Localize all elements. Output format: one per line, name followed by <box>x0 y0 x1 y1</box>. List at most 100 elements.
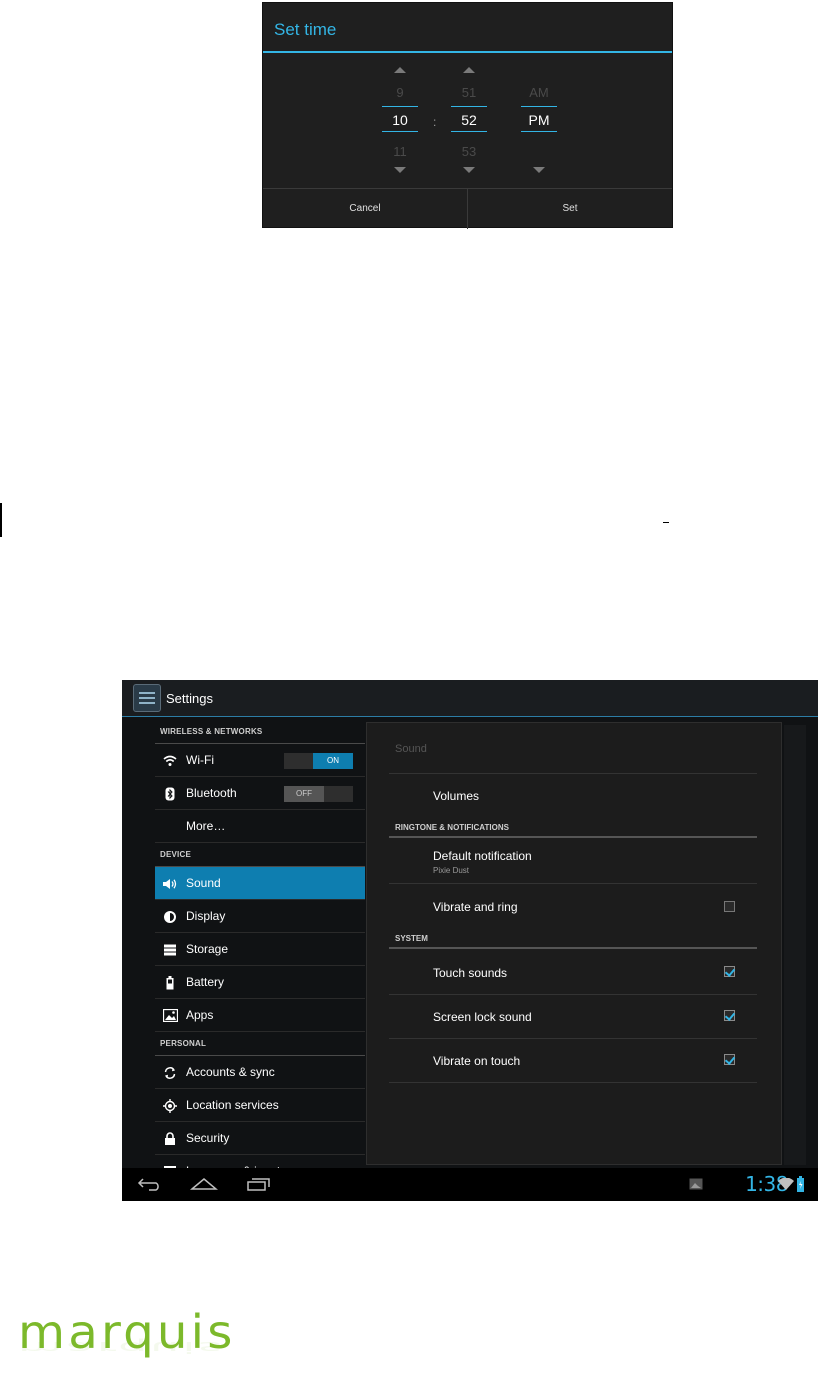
dialog-title: Set time <box>274 20 337 39</box>
ampm-prev[interactable]: AM <box>521 85 557 100</box>
battery-status-icon <box>795 1172 805 1196</box>
sidebar-item-label: Display <box>186 909 226 923</box>
gallery-notification-icon <box>687 1172 705 1196</box>
sidebar-item-accounts[interactable]: Accounts & sync <box>155 1056 365 1089</box>
sidebar-item-label: Accounts & sync <box>186 1065 275 1079</box>
sidebar-item-language[interactable]: Language & input <box>155 1155 365 1168</box>
ampm-current[interactable]: PM <box>521 106 557 132</box>
hour-prev[interactable]: 9 <box>382 85 418 100</box>
section-header-system: SYSTEM <box>395 934 428 943</box>
bluetooth-toggle-label: OFF <box>284 786 324 802</box>
section-header-ringtone: RINGTONE & NOTIFICATIONS <box>395 823 509 832</box>
sidebar-item-security[interactable]: Security <box>155 1122 365 1155</box>
section-divider <box>389 836 757 838</box>
sidebar-item-battery[interactable]: Battery <box>155 966 365 999</box>
time-separator: : <box>433 115 437 129</box>
sidebar-item-sound[interactable]: Sound <box>155 867 365 900</box>
minute-current[interactable]: 52 <box>451 106 487 132</box>
ampm-down-arrow-icon[interactable] <box>521 163 557 177</box>
sidebar-item-label: More… <box>186 819 226 833</box>
location-icon <box>161 1089 179 1122</box>
minute-prev[interactable]: 51 <box>451 85 487 100</box>
sidebar-item-wifi[interactable]: Wi-Fi ON <box>155 744 365 777</box>
sidebar-item-more[interactable]: More… <box>155 810 365 843</box>
touch-sounds-checkbox[interactable] <box>724 966 735 977</box>
minute-down-arrow-icon[interactable] <box>451 163 487 177</box>
sync-icon <box>161 1056 179 1089</box>
hour-down-arrow-icon[interactable] <box>382 163 418 177</box>
section-divider <box>389 947 757 949</box>
vibrate-on-touch-item[interactable]: Vibrate on touch <box>433 1054 520 1068</box>
sidebar-item-label: Wi-Fi <box>186 753 214 767</box>
minute-next[interactable]: 53 <box>451 144 487 159</box>
section-header-wireless: WIRELESS & NETWORKS <box>155 720 365 744</box>
speaker-icon <box>161 867 179 900</box>
bluetooth-toggle[interactable]: OFF <box>284 786 353 802</box>
vibrate-and-ring-checkbox[interactable] <box>724 901 735 912</box>
marquis-logo-reflection: marquis <box>18 1338 226 1357</box>
default-notification-value: Pixie Dust <box>433 866 470 875</box>
panel-title: Sound <box>395 743 427 755</box>
sidebar-item-label: Storage <box>186 942 229 956</box>
sidebar-item-display[interactable]: Display <box>155 900 365 933</box>
minute-up-arrow-icon[interactable] <box>451 63 487 77</box>
storage-icon <box>161 933 179 966</box>
hour-current[interactable]: 10 <box>382 106 418 132</box>
apps-image-icon <box>161 999 179 1032</box>
battery-icon <box>161 966 179 999</box>
lock-icon <box>161 1122 179 1155</box>
divider <box>389 1038 757 1039</box>
set-button[interactable]: Set <box>468 189 672 229</box>
wifi-toggle[interactable]: ON <box>284 753 353 769</box>
back-icon[interactable] <box>136 1172 164 1196</box>
sidebar-item-label: Bluetooth <box>186 786 237 800</box>
touch-sounds-item[interactable]: Touch sounds <box>433 966 507 980</box>
home-icon[interactable] <box>189 1172 219 1196</box>
dialog-title-bar: Set time <box>263 3 672 53</box>
settings-screenshot: Settings WIRELESS & NETWORKS Wi-Fi ON Bl… <box>122 680 818 1201</box>
bluetooth-icon <box>161 777 179 810</box>
divider <box>389 994 757 995</box>
sidebar-item-location[interactable]: Location services <box>155 1089 365 1122</box>
volumes-item[interactable]: Volumes <box>433 789 479 803</box>
sidebar-item-bluetooth[interactable]: Bluetooth OFF <box>155 777 365 810</box>
divider <box>389 1082 757 1083</box>
brightness-icon <box>161 900 179 933</box>
system-nav-bar: 1:38 <box>122 1168 818 1201</box>
divider <box>389 883 757 884</box>
vibrate-and-ring-item[interactable]: Vibrate and ring <box>433 900 518 914</box>
wifi-status-icon <box>777 1172 795 1196</box>
language-icon <box>161 1155 179 1168</box>
sidebar-item-label: Sound <box>186 876 221 890</box>
vibrate-on-touch-checkbox[interactable] <box>724 1054 735 1065</box>
set-time-dialog: Set time 9 10 11 : 51 52 53 AM PM Cancel… <box>262 2 673 229</box>
wifi-icon <box>161 744 179 777</box>
sidebar-item-label: Apps <box>186 1008 214 1022</box>
default-notification-item[interactable]: Default notification <box>433 849 532 863</box>
dialog-buttons: Cancel Set <box>263 188 672 229</box>
section-header-device: DEVICE <box>155 843 365 867</box>
hour-up-arrow-icon[interactable] <box>382 63 418 77</box>
edge-mark-left <box>0 503 2 537</box>
edge-mark-right <box>663 522 669 523</box>
settings-sidebar: WIRELESS & NETWORKS Wi-Fi ON Bluetooth O… <box>155 720 365 1168</box>
wifi-toggle-label: ON <box>313 753 353 769</box>
recent-apps-icon[interactable] <box>246 1172 272 1196</box>
screen-lock-sound-checkbox[interactable] <box>724 1010 735 1021</box>
right-gutter <box>784 725 806 1165</box>
sidebar-item-label: Location services <box>186 1098 279 1112</box>
sound-settings-panel: Sound Volumes RINGTONE & NOTIFICATIONS D… <box>366 722 782 1165</box>
sidebar-item-label: Language & input <box>186 1155 280 1168</box>
hour-next[interactable]: 11 <box>382 144 418 159</box>
section-header-personal: PERSONAL <box>155 1032 365 1056</box>
divider <box>389 773 757 774</box>
sidebar-item-label: Battery <box>186 975 225 989</box>
sidebar-item-label: Security <box>186 1131 230 1145</box>
app-title: Settings <box>166 691 213 706</box>
screen-lock-sound-item[interactable]: Screen lock sound <box>433 1010 532 1024</box>
action-bar: Settings <box>122 680 818 717</box>
sidebar-item-storage[interactable]: Storage <box>155 933 365 966</box>
sidebar-item-apps[interactable]: Apps <box>155 999 365 1032</box>
cancel-button[interactable]: Cancel <box>263 189 468 229</box>
settings-app-icon[interactable] <box>133 684 161 712</box>
